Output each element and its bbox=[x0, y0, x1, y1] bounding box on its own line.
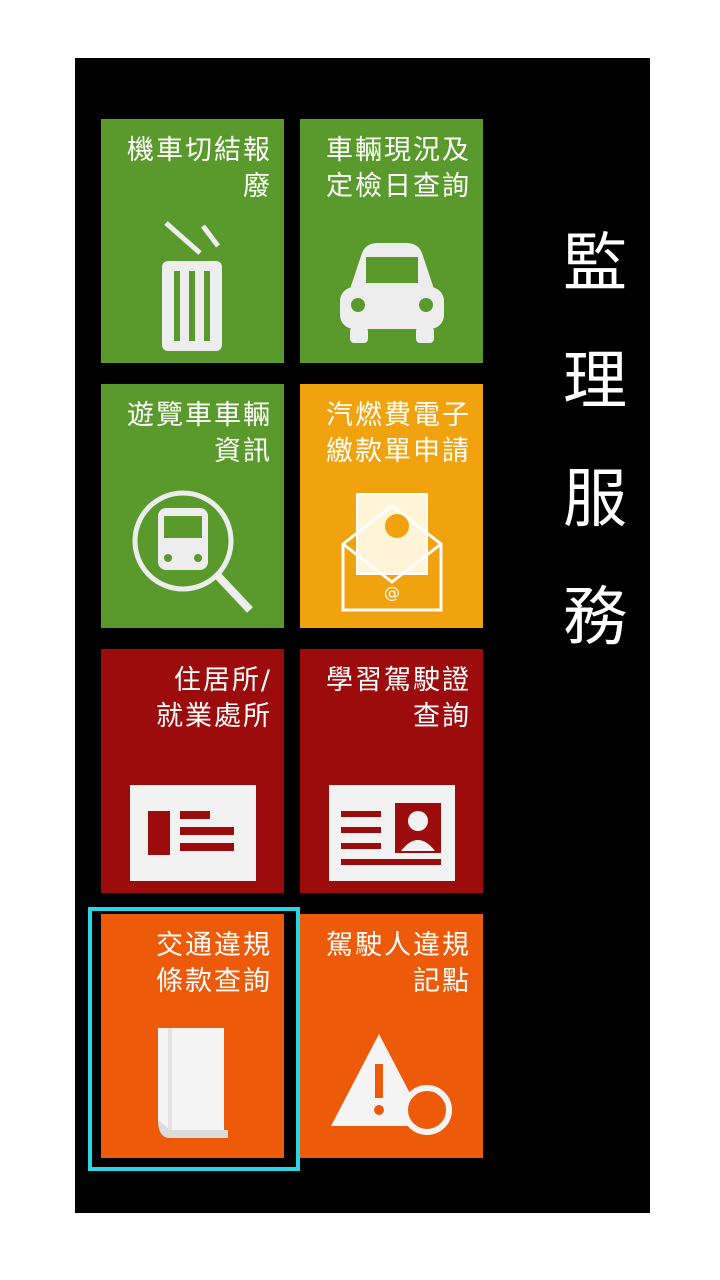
warning-search-icon bbox=[300, 1026, 483, 1146]
tile-tour-bus-info[interactable]: 遊覽車車輛 資訊 bbox=[101, 384, 284, 628]
tile-residence-address[interactable]: 住居所/ 就業處所 bbox=[101, 649, 284, 893]
selection-highlight bbox=[88, 907, 300, 1171]
title-char: 理 bbox=[563, 345, 627, 419]
title-char: 監 bbox=[563, 227, 627, 301]
tile-label: 遊覽車車輛 資訊 bbox=[127, 400, 272, 467]
tile-fuel-fee-bill[interactable]: 汽燃費電子 繳款單申請 @ bbox=[300, 384, 483, 628]
bus-search-icon bbox=[101, 486, 284, 616]
tile-label: 學習駕駛證 查詢 bbox=[326, 665, 471, 732]
tile-label: 駕駛人違規 記點 bbox=[326, 930, 471, 997]
tile-driver-points[interactable]: 駕駛人違規 記點 bbox=[300, 914, 483, 1158]
license-card-icon bbox=[300, 785, 483, 881]
svg-text:@: @ bbox=[384, 583, 400, 602]
tile-motorcycle-scrap[interactable]: 機車切結報廢 bbox=[101, 119, 284, 363]
tile-vehicle-status[interactable]: 車輛現況及 定檢日查詢 bbox=[300, 119, 483, 363]
tile-label: 住居所/ 就業處所 bbox=[156, 665, 272, 732]
tile-learner-license[interactable]: 學習駕駛證 查詢 bbox=[300, 649, 483, 893]
car-icon bbox=[300, 231, 483, 351]
trash-can-icon bbox=[101, 201, 284, 351]
title-char: 務 bbox=[563, 581, 627, 655]
mail-envelope-icon: @ bbox=[300, 486, 483, 616]
tile-label: 機車切結報廢 bbox=[127, 135, 272, 202]
tile-label: 汽燃費電子 繳款單申請 bbox=[326, 400, 471, 467]
id-card-icon bbox=[101, 785, 284, 881]
tile-label: 車輛現況及 定檢日查詢 bbox=[326, 135, 471, 202]
section-title: 監 理 服 務 bbox=[560, 205, 630, 677]
title-char: 服 bbox=[563, 463, 627, 537]
